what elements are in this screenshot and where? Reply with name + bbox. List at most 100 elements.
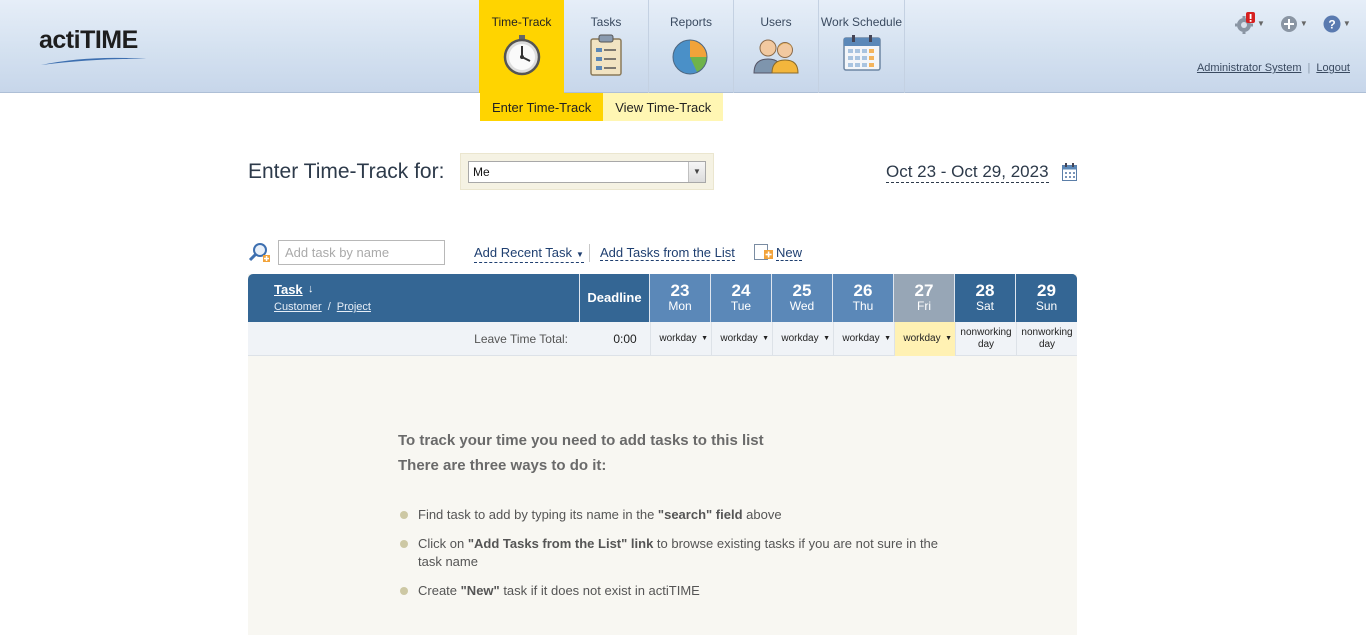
logout-link[interactable]: Logout [1316,62,1350,74]
slash-divider: / [327,301,331,313]
bullet-icon [400,587,408,595]
deadline-column-header: Deadline [580,274,650,322]
day-name: Mon [668,299,692,313]
add-menu-button[interactable]: ▼ [1279,12,1308,34]
date-range-picker[interactable]: Oct 23 - Oct 29, 2023 [886,162,1049,183]
add-recent-task-dropdown[interactable]: Add Recent Task ▼ [474,245,584,263]
tab-view-time-track[interactable]: View Time-Track [603,93,724,121]
add-tasks-from-list-link[interactable]: Add Tasks from the List [600,245,735,261]
nav-work-schedule[interactable]: Work Schedule [819,0,905,93]
help-icon: ? [1323,15,1341,33]
day-number: 24 [731,281,751,300]
tip-text: Click on [418,536,468,551]
settings-menu-button[interactable]: ▼ [1234,12,1265,34]
gear-alert-icon [1235,12,1255,34]
day-type-select-tue[interactable]: workday ▼ [711,322,772,356]
empty-title-line1: To track your time you need to add tasks… [398,432,764,449]
day-type-value: workday [659,333,697,344]
triangle-down-icon: ▼ [884,335,891,342]
leave-label-cell: Leave Time Total: [248,322,580,356]
nav-label: Time-Track [491,15,552,29]
tab-enter-time-track[interactable]: Enter Time-Track [480,93,604,121]
leave-time-row: Leave Time Total: 0:00 workday ▼ workday ▼… [248,322,1077,356]
nav-label: Users [760,15,792,29]
calendar-icon[interactable] [1062,163,1077,181]
empty-state-message: To track your time you need to add tasks… [398,428,938,611]
day-number: 25 [792,281,812,300]
day-name: Wed [789,299,815,313]
day-header-thu: 26 Thu [833,274,894,322]
day-name: Thu [852,299,874,313]
chevron-down-icon: ▼ [1257,18,1265,28]
day-name: Sun [1035,299,1058,313]
day-number: 26 [853,281,873,300]
sort-by-task-link[interactable]: Task [274,282,303,297]
triangle-down-icon: ▼ [576,250,584,259]
tip-text: above [742,507,782,522]
day-header-mon: 23 Mon [650,274,711,322]
triangle-down-icon: ▼ [762,335,769,342]
day-type-select-mon[interactable]: workday ▼ [650,322,711,356]
day-type-value: workday [842,333,880,344]
task-search-input[interactable] [278,240,445,265]
task-column-header: Task ↓ Customer / Project [248,274,580,322]
top-icons: ▼ ▼ ? ▼ [1234,12,1365,34]
day-header-sat: 28 Sat [955,274,1016,322]
divider [589,244,590,262]
tip-bold: "Add Tasks from the List" link [467,536,654,551]
tip-bold: "New" [460,583,500,598]
day-type-value: workday [781,333,819,344]
list-item: Create "New" task if it does not exist i… [398,582,938,600]
chevron-down-icon[interactable]: ▼ [688,162,705,182]
tip-text: task if it does not exist in actiTIME [499,583,700,598]
list-item: Find task to add by typing its name in t… [398,506,938,524]
time-track-table: Task ↓ Customer / Project Deadline 23 Mon 2… [248,274,1077,635]
day-header-wed: 25 Wed [772,274,833,322]
add-recent-task-label: Add Recent Task [474,245,573,260]
page-title: Enter Time-Track for: [248,160,445,183]
nav-tasks[interactable]: Tasks [564,0,649,93]
nav-users[interactable]: Users [734,0,819,93]
search-add-icon[interactable] [248,242,270,264]
calendar-icon [842,35,881,71]
day-name: Fri [917,299,931,313]
nav-label: Work Schedule [820,15,903,29]
user-links: Administrator System | Logout [1197,62,1350,74]
day-type-value: workday [903,333,941,344]
logo-text: actiTIME [39,26,138,54]
day-number: 29 [1037,281,1056,300]
tip-bold: "search" field [657,507,743,522]
user-select-value: Me [473,165,490,179]
nav-reports[interactable]: Reports [649,0,734,93]
day-type-sun: nonworking day [1016,322,1077,356]
day-name: Sat [975,299,994,313]
triangle-down-icon: ▼ [945,335,952,342]
actitime-logo[interactable]: actiTIME [39,25,151,69]
bullet-icon [400,540,408,548]
sort-by-customer-link[interactable]: Customer [274,301,322,313]
day-type-select-thu[interactable]: workday ▼ [833,322,894,356]
day-type-select-fri[interactable]: workday ▼ [894,322,955,356]
day-type-value: workday [720,333,758,344]
user-select[interactable]: Me ▼ [468,161,706,183]
day-number: 27 [914,281,934,300]
tip-text: Find task to add by typing its name in t… [418,507,658,522]
nav-time-track[interactable]: Time-Track [479,0,564,93]
new-task-icon[interactable] [754,244,773,261]
user-selector-box: Me ▼ [460,153,714,190]
help-menu-button[interactable]: ? ▼ [1322,12,1351,34]
triangle-down-icon: ▼ [701,335,708,342]
divider: | [1307,62,1311,74]
sort-by-project-link[interactable]: Project [337,301,371,313]
leave-time-total: 0:00 [613,332,637,346]
day-type-select-wed[interactable]: workday ▼ [772,322,833,356]
new-task-link[interactable]: New [776,245,803,261]
logo-swoosh-icon [41,57,147,65]
day-number: 28 [975,281,995,300]
day-name: Tue [730,299,752,313]
plus-circle-icon [1280,16,1297,32]
tips-list: Find task to add by typing its name in t… [398,506,938,600]
user-profile-link[interactable]: Administrator System [1197,62,1302,74]
users-icon [753,39,799,74]
stopwatch-icon [503,35,540,76]
